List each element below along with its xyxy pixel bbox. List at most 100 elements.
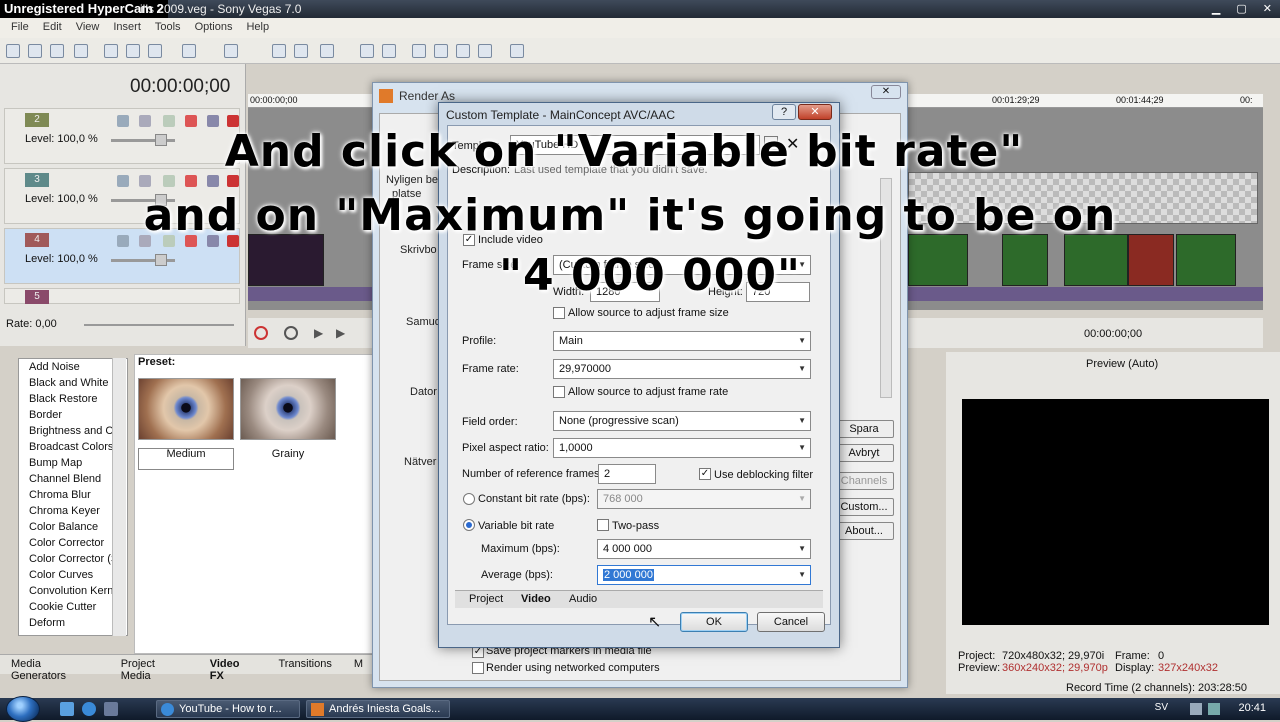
networked-render-checkbox[interactable] (472, 662, 484, 674)
save-button[interactable]: Spara (834, 420, 894, 438)
list-item[interactable]: Color Balance (19, 519, 127, 535)
list-item[interactable]: Deform (19, 615, 127, 631)
play-icon[interactable]: ▶ (336, 326, 350, 340)
network-icon[interactable] (1208, 703, 1220, 715)
menu-view[interactable]: View (69, 18, 107, 38)
about-button[interactable]: About... (834, 522, 894, 540)
tab-video-fx[interactable]: Video FX (199, 655, 268, 682)
paste-icon[interactable] (148, 44, 162, 58)
maximum-bps-dropdown[interactable]: 4 000 000 (597, 539, 811, 559)
internet-explorer-icon[interactable] (82, 702, 96, 716)
undo-icon[interactable] (182, 44, 196, 58)
list-item[interactable]: Channel Blend (19, 471, 127, 487)
minimize-icon[interactable]: ▁ (1212, 2, 1220, 15)
deblocking-filter-checkbox[interactable]: ✓ (699, 468, 711, 480)
close-icon[interactable]: ✕ (1263, 2, 1272, 15)
record-icon[interactable] (254, 326, 268, 340)
menu-edit[interactable]: Edit (36, 18, 69, 38)
list-item[interactable]: Border (19, 407, 127, 423)
save-icon[interactable] (50, 44, 64, 58)
lock-envelopes-icon[interactable] (360, 44, 374, 58)
list-item[interactable]: Bump Map (19, 455, 127, 471)
list-item[interactable]: Black Restore (19, 391, 127, 407)
whats-this-help-icon[interactable] (510, 44, 524, 58)
average-bps-dropdown[interactable]: 2 000 000 (597, 565, 811, 585)
tab-video[interactable]: Video (521, 593, 551, 605)
tab-media-generators[interactable]: Media Generators (0, 655, 110, 682)
custom-button[interactable]: Custom... (834, 498, 894, 516)
ok-button[interactable]: OK (680, 612, 748, 632)
help-icon[interactable]: ? (772, 104, 796, 120)
ignore-grouping-icon[interactable] (382, 44, 396, 58)
tab-project-media[interactable]: Project Media (110, 655, 199, 682)
menu-help[interactable]: Help (239, 18, 276, 38)
tab-project[interactable]: Project (469, 593, 503, 605)
variable-bit-rate-radio[interactable] (463, 519, 475, 531)
auto-crossfade-icon[interactable] (294, 44, 308, 58)
preview-quality-dropdown[interactable]: Preview (Auto) (1086, 358, 1158, 370)
list-item[interactable]: Broadcast Colors (19, 439, 127, 455)
list-item[interactable]: Convolution Kerne (19, 583, 127, 599)
open-folder-icon[interactable] (28, 44, 42, 58)
constant-bit-rate-radio[interactable] (463, 493, 475, 505)
new-file-icon[interactable] (6, 44, 20, 58)
sidebar-item-computer[interactable]: Dator (410, 386, 437, 398)
preset-thumbnail-grainy[interactable] (240, 378, 336, 440)
list-item[interactable]: Add Noise (19, 359, 127, 375)
list-item[interactable]: Brightness and Co (19, 423, 127, 439)
tab-audio[interactable]: Audio (569, 593, 597, 605)
taskbar-item-youtube[interactable]: YouTube - How to r... (156, 700, 300, 718)
sidebar-item-documents[interactable]: Samud (406, 316, 441, 328)
play-from-start-icon[interactable]: ▶ (314, 326, 328, 340)
show-desktop-icon[interactable] (60, 702, 74, 716)
menu-insert[interactable]: Insert (106, 18, 148, 38)
menu-options[interactable]: Options (188, 18, 240, 38)
sidebar-item-network[interactable]: Nätver (404, 456, 436, 468)
maximize-icon[interactable]: ▢ (1236, 2, 1246, 15)
normal-edit-tool-icon[interactable] (412, 44, 426, 58)
list-item[interactable]: Color Corrector (S (19, 551, 127, 567)
volume-icon[interactable] (1190, 703, 1202, 715)
copy-icon[interactable] (126, 44, 140, 58)
envelope-edit-tool-icon[interactable] (434, 44, 448, 58)
frame-rate-dropdown[interactable]: 29,970000 (553, 359, 811, 379)
language-indicator[interactable]: SV (1155, 702, 1168, 713)
close-icon[interactable]: ✕ (798, 104, 832, 120)
menu-file[interactable]: File (4, 18, 36, 38)
list-item[interactable]: Cookie Cutter (19, 599, 127, 615)
cancel-render-button[interactable]: Avbryt (834, 444, 894, 462)
taskbar-item-vegas[interactable]: Andrés Iniesta Goals... (306, 700, 450, 718)
selection-edit-tool-icon[interactable] (456, 44, 470, 58)
cancel-button[interactable]: Cancel (757, 612, 825, 632)
list-item[interactable]: Chroma Keyer (19, 503, 127, 519)
start-button[interactable] (6, 696, 40, 722)
field-order-dropdown[interactable]: None (progressive scan) (553, 411, 811, 431)
loop-playback-icon[interactable] (284, 326, 298, 340)
zoom-tool-icon[interactable] (478, 44, 492, 58)
properties-icon[interactable] (74, 44, 88, 58)
tab-more[interactable]: M (343, 655, 374, 674)
pixel-aspect-ratio-dropdown[interactable]: 1,0000 (553, 438, 811, 458)
allow-frame-rate-checkbox[interactable] (553, 386, 565, 398)
allow-frame-size-checkbox[interactable] (553, 307, 565, 319)
close-icon[interactable]: ✕ (871, 85, 901, 99)
preset-thumbnail-medium[interactable] (138, 378, 234, 440)
two-pass-checkbox[interactable] (597, 519, 609, 531)
constant-bit-rate-dropdown[interactable]: 768 000 (597, 489, 811, 509)
switch-windows-icon[interactable] (104, 702, 118, 716)
list-item[interactable]: Color Corrector (19, 535, 127, 551)
list-item[interactable]: Chroma Blur (19, 487, 127, 503)
reference-frames-field[interactable]: 2 (598, 464, 656, 484)
cut-icon[interactable] (104, 44, 118, 58)
menu-tools[interactable]: Tools (148, 18, 188, 38)
channels-button[interactable]: Channels (834, 472, 894, 490)
list-item[interactable]: Color Curves (19, 567, 127, 583)
enable-snapping-icon[interactable] (272, 44, 286, 58)
fx-list-scrollbar[interactable] (112, 358, 126, 636)
list-item[interactable]: Black and White (19, 375, 127, 391)
rate-slider[interactable] (84, 324, 234, 326)
taskbar-clock[interactable]: 20:41 (1238, 702, 1266, 714)
profile-dropdown[interactable]: Main (553, 331, 811, 351)
redo-icon[interactable] (224, 44, 238, 58)
tab-transitions[interactable]: Transitions (267, 655, 342, 674)
